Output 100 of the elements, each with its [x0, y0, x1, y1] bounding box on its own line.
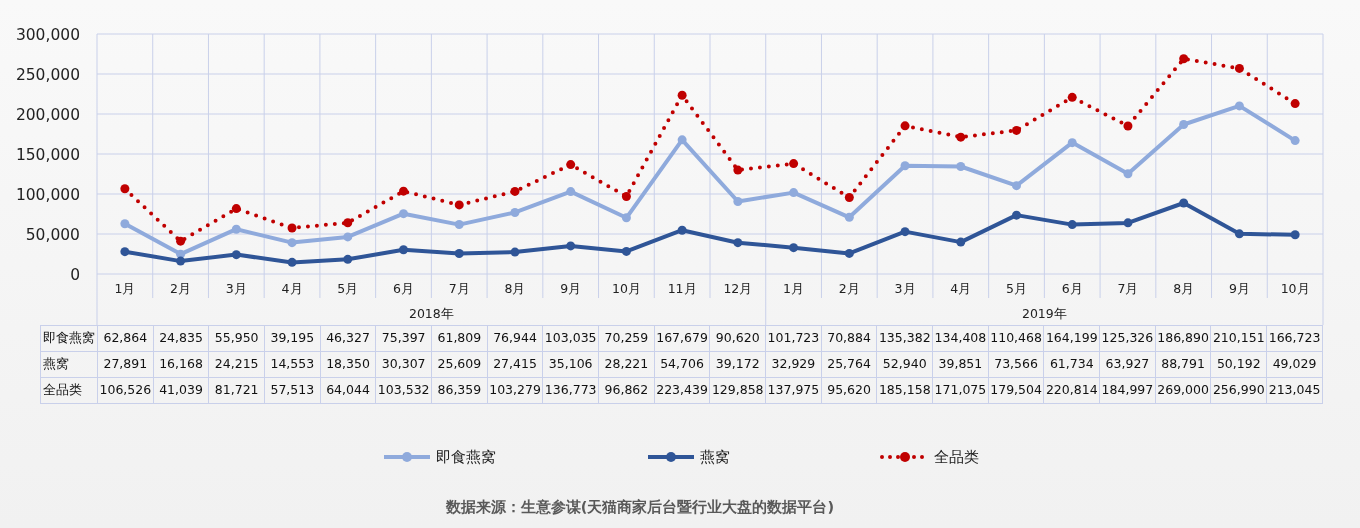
table-cell: 25,609 [431, 351, 488, 378]
point [733, 238, 743, 248]
point [1067, 92, 1077, 102]
table-cell: 16,168 [153, 351, 209, 378]
point [1123, 218, 1133, 228]
point [677, 90, 687, 100]
point [1234, 101, 1244, 111]
table-cell: 18,350 [320, 351, 376, 378]
point [399, 245, 408, 255]
table-cell: 61,734 [1043, 351, 1100, 378]
table-cell: 129,858 [709, 377, 766, 404]
point [566, 241, 576, 251]
point [956, 237, 966, 247]
table-cell: 64,044 [320, 377, 376, 404]
table-cell: 28,221 [598, 351, 655, 378]
table-cell: 125,326 [1099, 325, 1156, 352]
point [231, 204, 241, 214]
table-cell: 57,513 [264, 377, 321, 404]
point [566, 187, 576, 197]
point [454, 220, 464, 230]
point [1179, 198, 1189, 208]
point [1012, 210, 1021, 220]
point [287, 257, 297, 267]
point [956, 132, 966, 142]
legend-label: 全品类 [933, 447, 979, 468]
point [287, 238, 297, 248]
point [677, 225, 687, 235]
point [343, 218, 353, 228]
point [621, 192, 631, 202]
table-cell: 73,566 [988, 351, 1044, 378]
axis-category-label: 11月 [667, 281, 697, 296]
axis-category-label: 8月 [1173, 281, 1195, 296]
point [677, 135, 687, 145]
axis-group-label: 2018年 [408, 306, 454, 321]
table-cell: 62,864 [97, 325, 154, 352]
point [621, 246, 631, 256]
table-cell: 185,158 [876, 377, 933, 404]
table-cell: 27,891 [97, 351, 154, 378]
table-cell: 167,679 [654, 325, 710, 352]
point [343, 232, 353, 242]
table-cell: 166,723 [1266, 325, 1323, 352]
point [399, 186, 408, 196]
point [454, 249, 464, 259]
axis-category-label: 6月 [1061, 281, 1083, 296]
table-cell: 179,504 [988, 377, 1044, 404]
table-cell: 14,553 [264, 351, 321, 378]
axis-category-label: 9月 [1228, 281, 1250, 296]
table-cell: 81,721 [208, 377, 265, 404]
point [1123, 169, 1133, 179]
table-cell: 186,890 [1155, 325, 1211, 352]
axis-category-label: 10月 [611, 281, 641, 296]
table-cell: 75,397 [375, 325, 432, 352]
axis-tick-label: 250,000 [15, 66, 80, 84]
axis-group-label: 2019年 [1021, 306, 1067, 321]
axis-tick-label: 300,000 [15, 26, 80, 44]
point [789, 243, 799, 253]
table-cell: 164,199 [1043, 325, 1100, 352]
table-cell: 39,195 [264, 325, 321, 352]
table-cell: 137,975 [765, 377, 822, 404]
point [900, 227, 910, 237]
point [287, 223, 297, 233]
legend-label: 即食燕窝 [435, 447, 496, 468]
row-header: 全品类 [40, 377, 98, 404]
point [733, 197, 743, 206]
table-cell: 256,990 [1210, 377, 1267, 404]
point [900, 161, 910, 171]
point [231, 224, 241, 234]
point [844, 212, 854, 222]
table-cell: 30,307 [375, 351, 432, 378]
table-cell: 90,620 [709, 325, 766, 352]
point [1234, 63, 1244, 73]
axis-category-label: 10月 [1280, 281, 1310, 296]
point [454, 200, 464, 210]
point [733, 165, 743, 175]
table-cell: 134,408 [932, 325, 989, 352]
table-cell: 27,415 [487, 351, 543, 378]
legend-label: 燕窝 [699, 447, 730, 468]
point [231, 250, 241, 260]
axis-category-label: 7月 [448, 281, 470, 296]
point [956, 161, 966, 171]
table-cell: 103,532 [375, 377, 432, 404]
table-cell: 184,997 [1099, 377, 1156, 404]
point [120, 184, 130, 194]
table-cell: 49,029 [1266, 351, 1323, 378]
table-cell: 39,172 [709, 351, 766, 378]
point [1067, 138, 1077, 148]
table-cell: 103,279 [487, 377, 543, 404]
point [789, 159, 799, 169]
table-cell: 106,526 [97, 377, 154, 404]
table-cell: 135,382 [876, 325, 933, 352]
axis-category-label: 1月 [114, 281, 136, 296]
table-cell: 101,723 [765, 325, 822, 352]
axis-category-label: 3月 [894, 281, 916, 296]
point [176, 236, 186, 246]
point [510, 207, 520, 217]
axis-tick-label: 50,000 [25, 226, 80, 244]
point [1123, 121, 1133, 131]
row-header: 即食燕窝 [40, 325, 98, 352]
axis-category-label: 1月 [783, 281, 805, 296]
table-cell: 110,468 [988, 325, 1044, 352]
